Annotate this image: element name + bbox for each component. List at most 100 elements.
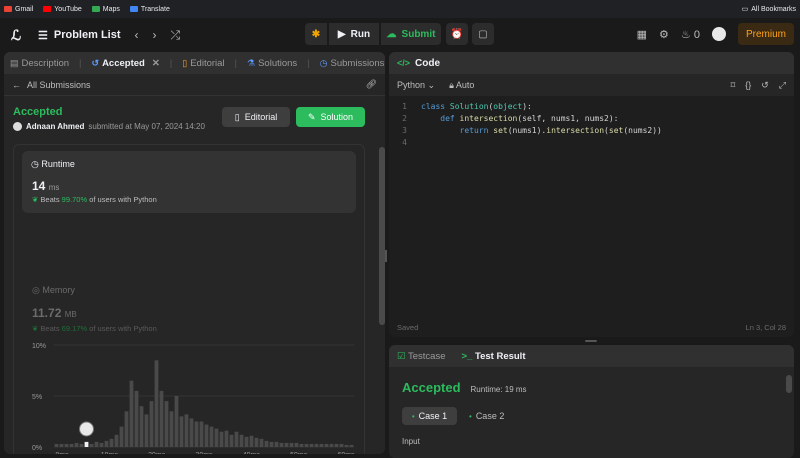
run-controls: ✱ ▶ Run ☁ Submit	[305, 23, 441, 45]
debug-button[interactable]: ✱	[305, 23, 327, 45]
play-icon: ▶	[337, 28, 346, 40]
histogram-bar	[279, 442, 284, 447]
histogram-bar	[214, 428, 219, 447]
editorial-button[interactable]: ▯ Editorial	[222, 107, 290, 127]
tab-accepted[interactable]: ↺ Accepted ✕	[92, 58, 160, 69]
alarm-icon: ⏰	[450, 28, 464, 40]
histogram-bar	[309, 443, 314, 447]
gear-icon[interactable]: ⚙	[659, 28, 669, 41]
close-icon[interactable]: ✕	[152, 58, 160, 69]
histogram-bar	[294, 442, 299, 447]
code-line[interactable]: 2 def intersection(self, nums1, nums2):	[389, 112, 794, 124]
bookmark-gmail[interactable]: Gmail	[4, 6, 33, 13]
link-icon[interactable]: 🔗︎	[366, 79, 377, 90]
test-scrollbar[interactable]	[786, 375, 792, 393]
histogram-bar	[334, 443, 339, 447]
bookmark-youtube[interactable]: YouTube	[43, 6, 82, 13]
runtime-box[interactable]: ◷ Runtime 14 ms ❦ Beats 99.70% of users …	[22, 151, 356, 213]
tab-test-result[interactable]: >_ Test Result	[462, 351, 526, 362]
user-marker	[79, 421, 94, 437]
bookmark-icon[interactable]: ⌑	[731, 80, 736, 91]
vertical-resize-handle[interactable]	[385, 250, 387, 262]
pass-dot-icon: •	[411, 411, 415, 421]
submit-button[interactable]: ☁ Submit	[381, 23, 441, 45]
horizontal-resize-handle[interactable]	[585, 340, 597, 342]
notes-button[interactable]: ▢	[472, 23, 494, 45]
histogram-bar	[119, 426, 124, 447]
shuffle-icon[interactable]: ⤮	[171, 28, 181, 43]
histogram-bar	[149, 401, 154, 447]
bookmark-maps[interactable]: Maps	[91, 6, 120, 13]
code-line[interactable]: 1 class Solution(object):	[389, 100, 794, 112]
test-panel: ☑ Testcase >_ Test Result Accepted Runti…	[389, 345, 794, 458]
histogram-bar	[159, 390, 164, 447]
book-icon: ▯	[234, 111, 240, 122]
code-line[interactable]: 3 return set(nums1).intersection(set(num…	[389, 124, 794, 136]
line-number: 2	[402, 113, 407, 123]
histogram-bar	[269, 441, 274, 447]
timer-button[interactable]: ⏰	[446, 23, 468, 45]
all-bookmarks[interactable]: ▭ All Bookmarks	[742, 5, 796, 14]
histogram-bar	[254, 437, 259, 447]
leaf-icon: ❦	[32, 195, 39, 204]
layout-icon[interactable]: ▦	[637, 28, 647, 41]
histogram-bar	[54, 443, 59, 447]
stats-card: ◷ Runtime 14 ms ❦ Beats 99.70% of users …	[13, 144, 365, 454]
streak-counter[interactable]: ♨ 0	[681, 28, 700, 41]
histogram-bar	[219, 431, 224, 447]
runtime-distribution-chart[interactable]: 10% 5% 0% 8ms 19ms 29ms 39ms 49ms 59ms 69ms	[14, 341, 366, 454]
code-editor[interactable]: 1 class Solution(object): 2 def intersecti…	[389, 100, 794, 148]
tab-divider: |	[234, 57, 238, 69]
braces-icon[interactable]: {}	[745, 80, 751, 91]
back-arrow-icon[interactable]: ←	[12, 80, 21, 90]
case-1-tab[interactable]: • Case 1	[402, 407, 457, 425]
histogram-bar	[144, 414, 149, 447]
tab-testcase[interactable]: ☑ Testcase	[397, 351, 446, 362]
reset-icon[interactable]: ↺	[761, 80, 769, 91]
y-tick-label: 5%	[32, 394, 42, 401]
case-2-tab[interactable]: • Case 2	[469, 407, 504, 425]
right-nav: ▦ ⚙ ♨ 0 Premium	[637, 23, 794, 45]
histogram-bar	[84, 441, 89, 447]
editor-actions: ⌑ {} ↺ ⤢	[731, 80, 786, 91]
language-select[interactable]: Python ⌄	[397, 80, 435, 91]
tab-editorial[interactable]: ▯ Editorial	[182, 58, 224, 69]
flask-icon: ⚗	[247, 57, 256, 68]
histogram-bar	[319, 443, 324, 447]
histogram-bar	[234, 431, 239, 447]
solution-button[interactable]: ✎ Solution	[296, 107, 365, 127]
runtime-beats: ❦ Beats 99.70% of users with Python	[32, 195, 157, 204]
histogram-bar	[264, 440, 269, 447]
all-submissions-link[interactable]: All Submissions	[27, 80, 91, 90]
tab-solutions[interactable]: ⚗ Solutions	[247, 58, 297, 69]
next-icon[interactable]: ›	[153, 28, 157, 42]
histogram-bar	[104, 440, 109, 447]
left-scrollbar[interactable]	[379, 147, 385, 325]
tab-description[interactable]: ▤ Description	[10, 58, 69, 69]
tab-submissions[interactable]: ◷ Submissions	[320, 58, 385, 69]
problem-list-link[interactable]: ☰ Problem List	[38, 29, 121, 42]
author-name[interactable]: Adnaan Ahmed	[26, 122, 84, 131]
saved-status: Saved	[397, 323, 419, 332]
expand-icon[interactable]: ⤢	[779, 80, 786, 91]
leetcode-logo-icon[interactable]: ℒ	[8, 27, 24, 43]
memory-label: ◎ Memory	[32, 285, 75, 295]
histogram-bar	[244, 436, 249, 447]
clock-icon: ◷	[319, 57, 328, 68]
run-button[interactable]: ▶ Run	[329, 23, 379, 45]
histogram-bar	[324, 443, 329, 447]
memory-box[interactable]: ◎ Memory 11.72 MB ❦ Beats 69.17% of user…	[32, 285, 157, 333]
avatar[interactable]	[711, 27, 726, 41]
lock-icon: 🔒︎	[449, 79, 454, 90]
auto-mode[interactable]: 🔒︎ Auto	[449, 80, 474, 91]
histogram-bar	[124, 411, 129, 447]
prev-icon[interactable]: ‹	[135, 28, 139, 42]
description-icon: ▤	[10, 57, 19, 68]
y-tick-label: 10%	[32, 343, 46, 350]
premium-button[interactable]: Premium	[737, 23, 794, 45]
submitted-time: submitted at May 07, 2024 14:20	[88, 122, 205, 131]
input-label: Input	[402, 437, 420, 446]
code-line[interactable]: 4	[389, 136, 794, 148]
bookmark-translate[interactable]: Translate	[129, 6, 170, 13]
x-tick-label: 8ms	[55, 452, 69, 454]
